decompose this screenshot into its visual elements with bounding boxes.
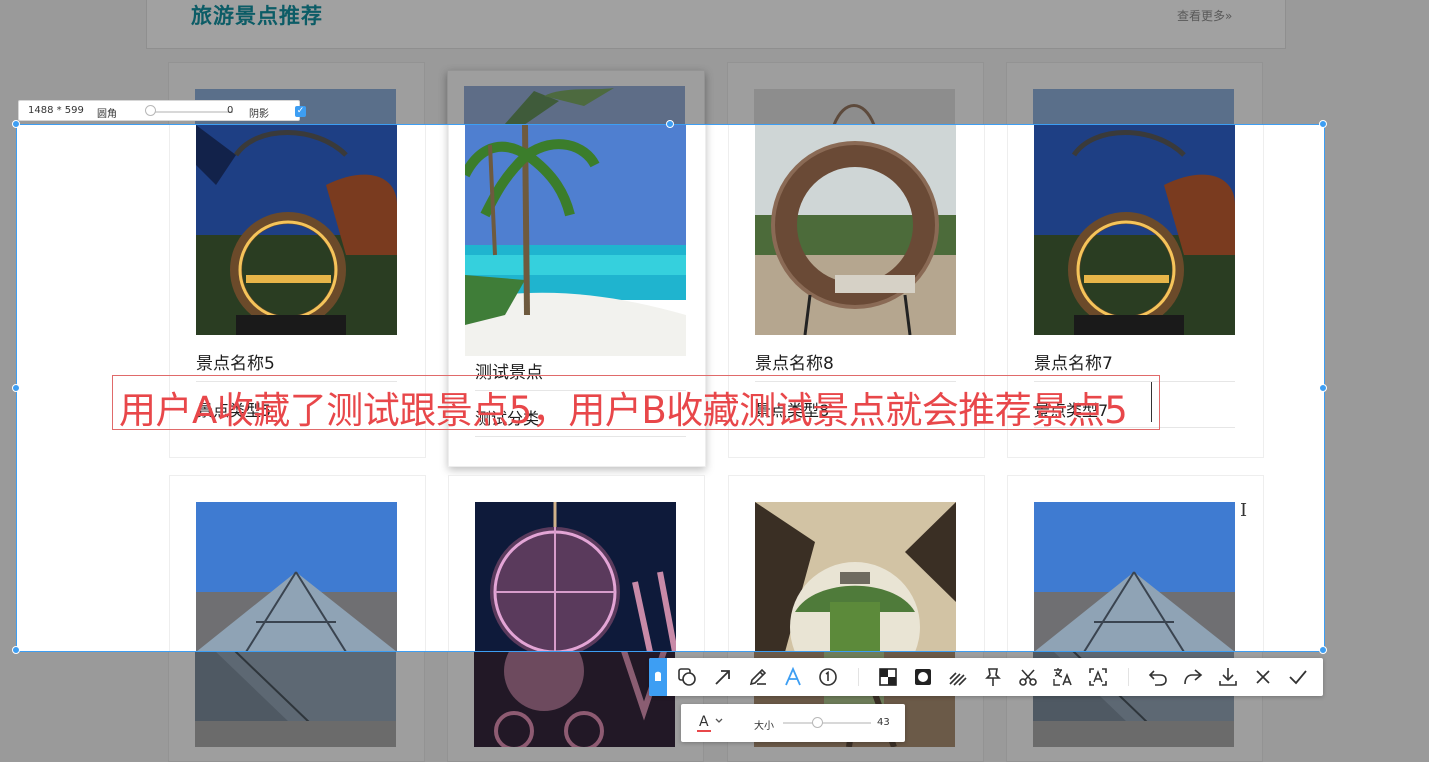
card-name: 景点名称8: [755, 354, 834, 374]
arrow-icon[interactable]: [710, 664, 736, 690]
confirm-icon[interactable]: [1285, 664, 1311, 690]
toolbar-divider: [1128, 668, 1129, 686]
ibeam-cursor: I: [1240, 500, 1248, 521]
chevron-down-icon: [715, 718, 723, 723]
card-photo-pyramid: [1034, 502, 1235, 651]
card-photo-beach: [464, 86, 685, 125]
card-photo-wicker-ring: [754, 89, 955, 125]
toolbar-divider: [858, 668, 859, 686]
resize-handle[interactable]: [12, 384, 20, 392]
shape-icon[interactable]: [674, 664, 700, 690]
resize-handle[interactable]: [12, 646, 20, 654]
scissors-icon[interactable]: [1015, 664, 1041, 690]
resize-handle[interactable]: [12, 120, 20, 128]
number-icon[interactable]: [815, 664, 841, 690]
card-photo-night-ring: [196, 125, 397, 335]
corner-radius-value: 0: [227, 105, 234, 116]
resize-handle[interactable]: [1319, 120, 1327, 128]
card-photo-carriage: [475, 502, 676, 651]
view-more-link[interactable]: 查看更多»: [1177, 7, 1232, 24]
text-caret: [1151, 382, 1152, 422]
card-photo-carriage: [474, 651, 675, 747]
annotation-text-box[interactable]: 用户A收藏了测试跟景点5，用户B收藏测试景点就会推荐景点5: [112, 375, 1160, 432]
annotation-text[interactable]: 用户A收藏了测试跟景点5，用户B收藏测试景点就会推荐景点5: [119, 380, 1128, 434]
translate-icon[interactable]: [1050, 664, 1076, 690]
font-size-slider[interactable]: [783, 722, 871, 724]
selection-size-chip: 1488 * 599 圆角 0 阴影 ✓: [18, 100, 306, 121]
resize-handle[interactable]: [1319, 384, 1327, 392]
card-photo-pyramid: [196, 502, 397, 651]
undo-icon[interactable]: [1145, 664, 1171, 690]
card-photo-window: [755, 502, 956, 651]
shadow-checkbox[interactable]: ✓: [295, 106, 306, 117]
text-icon[interactable]: [780, 664, 806, 690]
corner-radius-label: 圆角: [97, 109, 117, 120]
redo-icon[interactable]: [1180, 664, 1206, 690]
font-size-value: 43: [877, 717, 890, 728]
toolbar-drag-handle[interactable]: [649, 658, 667, 696]
card-photo-pyramid: [195, 651, 396, 747]
font-color-label: A: [699, 714, 709, 730]
card-divider: [475, 436, 686, 437]
text-options-popover: A 大小 43: [681, 704, 905, 742]
shadow-label: 阴影: [249, 109, 269, 120]
card-photo-wicker-ring: [755, 125, 956, 335]
card-photo-night-ring: [1033, 89, 1234, 125]
font-color-button[interactable]: A: [697, 713, 727, 733]
mosaic-icon[interactable]: [875, 664, 901, 690]
highlight-icon[interactable]: [945, 664, 971, 690]
section-title: 旅游景点推荐: [191, 4, 323, 28]
screenshot-toolbar: [649, 658, 1323, 696]
corner-radius-slider[interactable]: [149, 111, 233, 113]
font-size-label: 大小: [754, 721, 774, 732]
resize-handle[interactable]: [1319, 646, 1327, 654]
font-color-swatch: [697, 730, 711, 732]
pin-icon[interactable]: [980, 664, 1006, 690]
pen-icon[interactable]: [745, 664, 771, 690]
card-photo-night-ring: [1034, 125, 1235, 335]
card-photo-beach: [465, 125, 686, 356]
corner-radius-slider-thumb[interactable]: [145, 105, 156, 116]
blur-icon[interactable]: [910, 664, 936, 690]
font-size-slider-thumb[interactable]: [812, 717, 823, 728]
download-icon[interactable]: [1215, 664, 1241, 690]
card-name: 景点名称5: [196, 354, 275, 374]
card-name: 景点名称7: [1034, 354, 1113, 374]
close-icon[interactable]: [1250, 664, 1276, 690]
selection-dimensions: 1488 * 599: [28, 105, 84, 116]
ocr-icon[interactable]: [1085, 664, 1111, 690]
resize-handle[interactable]: [666, 120, 674, 128]
